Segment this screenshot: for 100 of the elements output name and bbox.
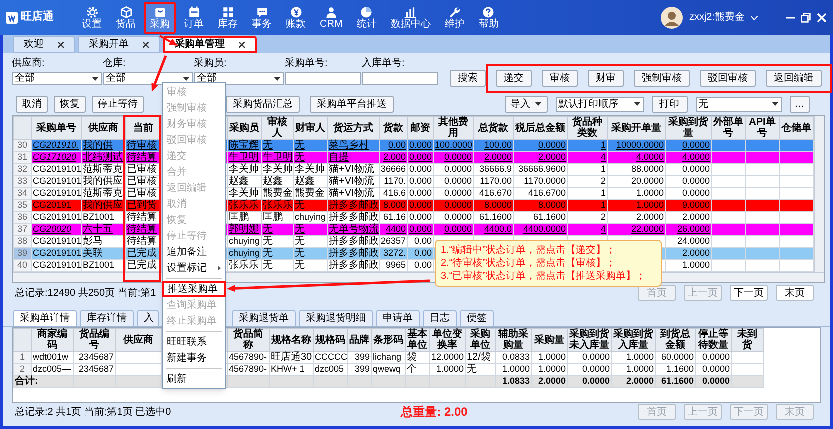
nav-button[interactable]: 统计: [350, 2, 383, 34]
cube-icon: [120, 6, 132, 18]
column-header[interactable]: 采购量: [532, 328, 568, 352]
menu-item[interactable]: 追加备注: [163, 244, 225, 260]
tab[interactable]: 申请单: [376, 310, 420, 326]
nav-button[interactable]: 账款: [280, 2, 312, 34]
column-header[interactable]: 单位变换率: [430, 328, 466, 352]
tab[interactable]: 采购退货明细: [299, 310, 373, 326]
nav-button[interactable]: 采购: [144, 2, 176, 34]
toolbar-button[interactable]: 停止等待: [92, 96, 144, 112]
pager-button[interactable]: 末页: [776, 285, 814, 301]
column-header[interactable]: 采购到货量: [666, 116, 712, 140]
nav-button[interactable]: 货品: [110, 2, 142, 34]
column-header[interactable]: 供应商: [116, 328, 162, 352]
column-header[interactable]: 财审人: [294, 116, 328, 140]
column-header[interactable]: 采购到货入库量: [612, 328, 656, 352]
column-header[interactable]: 总货款: [474, 116, 514, 140]
table-cell: CG2019101: [33, 236, 82, 246]
column-header[interactable]: 采购单号: [32, 116, 82, 140]
dropdown[interactable]: 无: [696, 96, 782, 112]
logo-icon: [6, 12, 18, 24]
nav-button[interactable]: 设置: [76, 2, 108, 34]
caret-icon[interactable]: [751, 16, 758, 20]
column-header[interactable]: 货品简称: [228, 328, 270, 352]
column-header[interactable]: 到货总金额: [656, 328, 696, 352]
nav-button[interactable]: CRM: [314, 2, 349, 34]
close-icon[interactable]: [143, 42, 149, 48]
tab[interactable]: 采购单详情: [13, 310, 77, 326]
nav-button[interactable]: 库存: [212, 2, 244, 34]
input-field[interactable]: [362, 72, 438, 85]
column-header[interactable]: 未到货: [732, 328, 764, 352]
tab[interactable]: 采购开单: [78, 36, 160, 53]
toolbar-button[interactable]: 采购单平台推送: [310, 96, 394, 112]
action-button[interactable]: 审核: [542, 70, 578, 87]
menu-item[interactable]: 刷新: [163, 371, 225, 387]
column-header[interactable]: 商家编码: [32, 328, 74, 352]
action-button[interactable]: 财审: [588, 70, 624, 87]
nav-button[interactable]: 数据中心: [384, 2, 437, 34]
action-button[interactable]: 强制审核: [634, 70, 690, 87]
column-header[interactable]: 条形码: [372, 328, 406, 352]
column-header[interactable]: API单号: [746, 116, 780, 140]
print-button[interactable]: 打印: [652, 96, 688, 112]
tab[interactable]: 采购单管理: [163, 36, 257, 53]
table-cell: 待结算: [127, 212, 157, 223]
close-icon[interactable]: [58, 42, 64, 48]
column-header[interactable]: 辅助采购量: [496, 328, 532, 352]
nav-button[interactable]: 维护: [438, 2, 471, 34]
tab[interactable]: 采购退货单: [232, 310, 296, 326]
nav-button[interactable]: 订单: [178, 2, 210, 34]
nav-button[interactable]: 事务: [246, 2, 278, 34]
tab[interactable]: 便签: [460, 310, 494, 326]
menu-item[interactable]: 新建事务: [163, 350, 225, 366]
user-name[interactable]: zxxj2:熊费金: [689, 10, 745, 25]
column-header[interactable]: 货运方式: [328, 116, 380, 140]
tab[interactable]: 入: [137, 310, 159, 326]
column-header[interactable]: 仓储单: [780, 116, 814, 140]
column-header[interactable]: 货品种类数: [568, 116, 608, 140]
column-header[interactable]: 规格码: [314, 328, 348, 352]
column-header[interactable]: 停止等待数量: [696, 328, 732, 352]
nav-button[interactable]: 帮助: [472, 2, 505, 34]
column-header[interactable]: 货品编号: [74, 328, 116, 352]
column-header[interactable]: 其他费用: [434, 116, 474, 140]
column-header[interactable]: 审核人: [262, 116, 294, 140]
column-header[interactable]: 采购开单量: [608, 116, 666, 140]
dropdown[interactable]: 全部: [194, 72, 284, 85]
dropdown[interactable]: 全部: [12, 72, 102, 85]
column-header[interactable]: 外部单号: [712, 116, 746, 140]
column-header[interactable]: 采购员: [228, 116, 262, 140]
table-cell: CG2019101: [33, 164, 82, 174]
import-button[interactable]: 导入: [504, 96, 548, 112]
toolbar-button[interactable]: 恢复: [54, 96, 86, 112]
column-header[interactable]: 采购到货未入库量: [568, 328, 612, 352]
tab[interactable]: 欢迎: [13, 36, 75, 53]
scrollbar[interactable]: [814, 116, 824, 272]
input-field[interactable]: [285, 72, 361, 85]
column-header[interactable]: 货款: [380, 116, 408, 140]
column-header[interactable]: 基本单位: [406, 328, 430, 352]
action-button[interactable]: 返回编辑: [766, 70, 822, 87]
column-header[interactable]: 品牌: [348, 328, 372, 352]
restore-icon[interactable]: [801, 12, 811, 22]
column-header[interactable]: 供应商: [82, 116, 126, 140]
column-header[interactable]: 规格名称: [270, 328, 314, 352]
close-icon[interactable]: [239, 42, 245, 48]
more-button[interactable]: ...: [790, 96, 810, 112]
pager-button[interactable]: 下一页: [730, 285, 768, 301]
table-cell: 匡鹏: [229, 212, 249, 223]
tab[interactable]: 日志: [423, 310, 457, 326]
action-button[interactable]: 递交: [496, 70, 532, 87]
menu-item[interactable]: 推送采购单: [162, 281, 226, 297]
tab[interactable]: 库存详情: [80, 310, 134, 326]
column-header[interactable]: 税后总金额: [514, 116, 568, 140]
menu-item[interactable]: 设置标记: [163, 260, 225, 276]
column-header[interactable]: 邮资: [408, 116, 434, 140]
annotation-arrow: [152, 56, 168, 92]
search-button[interactable]: 搜索: [450, 70, 486, 87]
column-header[interactable]: 采购单位: [466, 328, 496, 352]
dropdown[interactable]: 默认打印顺序: [556, 96, 644, 112]
toolbar-button[interactable]: 取消: [16, 96, 48, 112]
toolbar-button[interactable]: 采购货品汇总: [226, 96, 300, 112]
action-button[interactable]: 驳回审核: [700, 70, 756, 87]
